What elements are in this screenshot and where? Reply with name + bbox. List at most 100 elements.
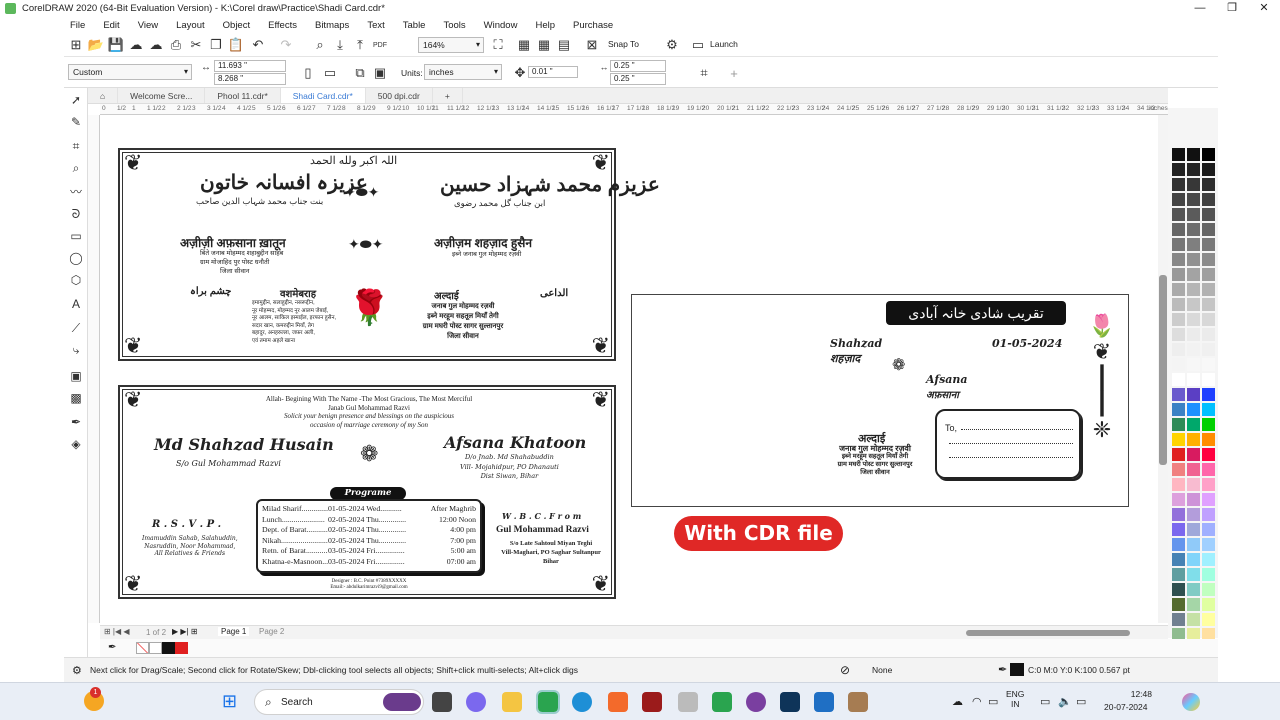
palette-swatch[interactable] bbox=[1187, 373, 1200, 386]
show-guidelines-icon[interactable]: ▤ bbox=[556, 37, 572, 53]
palette-swatch[interactable] bbox=[1187, 598, 1200, 611]
wifi-icon[interactable]: ◠ bbox=[972, 695, 982, 708]
palette-swatch[interactable] bbox=[1172, 313, 1185, 326]
palette-swatch[interactable] bbox=[1187, 283, 1200, 296]
palette-swatch[interactable] bbox=[1172, 373, 1185, 386]
photoshop-icon[interactable] bbox=[780, 692, 800, 712]
duplicate-y-field[interactable]: 0.25 " bbox=[610, 73, 666, 85]
pdf-reader-icon[interactable] bbox=[642, 692, 662, 712]
cloud-upload-icon[interactable]: ☁ bbox=[148, 37, 164, 53]
volume-icon[interactable]: 🔈 bbox=[1058, 695, 1072, 708]
palette-swatch[interactable] bbox=[1172, 538, 1185, 551]
palette-swatch[interactable] bbox=[1187, 613, 1200, 626]
palette-swatch[interactable] bbox=[1187, 193, 1200, 206]
copy-icon[interactable]: ❐ bbox=[208, 37, 224, 53]
palette-swatch[interactable] bbox=[1172, 463, 1185, 476]
palette-swatch[interactable] bbox=[1202, 178, 1215, 191]
network-icon[interactable]: ▭ bbox=[1040, 695, 1050, 708]
palette-swatch[interactable] bbox=[1202, 508, 1215, 521]
menu-file[interactable]: File bbox=[70, 20, 85, 31]
restore-button[interactable]: ❐ bbox=[1216, 0, 1248, 17]
palette-swatch[interactable] bbox=[1172, 178, 1185, 191]
palette-swatch[interactable] bbox=[1172, 433, 1185, 446]
palette-swatch[interactable] bbox=[1187, 238, 1200, 251]
palette-swatch[interactable] bbox=[1202, 268, 1215, 281]
palette-swatch[interactable] bbox=[1187, 478, 1200, 491]
palette-swatch[interactable] bbox=[1187, 553, 1200, 566]
media-app-icon[interactable] bbox=[746, 692, 766, 712]
palette-swatch[interactable] bbox=[1202, 283, 1215, 296]
palette-swatch[interactable] bbox=[1187, 268, 1200, 281]
battery-icon[interactable]: ▭ bbox=[988, 695, 998, 708]
palette-swatch[interactable] bbox=[1172, 613, 1185, 626]
full-screen-icon[interactable]: ⛶ bbox=[490, 37, 506, 53]
current-page-icon[interactable]: ▣ bbox=[372, 65, 388, 81]
taskbar-search-box[interactable]: ⌕ Search bbox=[254, 689, 424, 715]
palette-swatch[interactable] bbox=[1202, 448, 1215, 461]
palette-swatch[interactable] bbox=[1172, 598, 1185, 611]
card-front[interactable]: ❦ ❦ ❦ ❦ اللہ اکبر ولله الحمد عزیزہ افسان… bbox=[118, 148, 660, 361]
menu-help[interactable]: Help bbox=[535, 20, 555, 31]
eyedropper-icon[interactable]: ✒ bbox=[108, 642, 116, 653]
palette-swatch[interactable] bbox=[1202, 493, 1215, 506]
zoom-tool-icon[interactable]: ⌕ bbox=[68, 160, 84, 176]
next-page-icon[interactable]: ▶ ▶| ⊞ bbox=[172, 627, 198, 636]
palette-swatch[interactable] bbox=[1172, 448, 1185, 461]
task-view-icon[interactable] bbox=[432, 692, 452, 712]
palette-swatch[interactable] bbox=[1187, 388, 1200, 401]
pick-tool-icon[interactable]: ➚ bbox=[68, 92, 84, 108]
snap-to-dropdown[interactable]: Snap To bbox=[608, 39, 639, 49]
palette-swatch[interactable] bbox=[1202, 328, 1215, 341]
palette-swatch[interactable] bbox=[1172, 163, 1185, 176]
cloud-download-icon[interactable]: ☁ bbox=[128, 37, 144, 53]
launch-icon[interactable]: ▭ bbox=[690, 37, 706, 53]
export-icon[interactable]: ⤒ bbox=[352, 37, 368, 53]
palette-swatch[interactable] bbox=[1202, 148, 1215, 161]
clock-date[interactable]: 20-07-2024 bbox=[1104, 702, 1147, 712]
palette-swatch[interactable] bbox=[1202, 553, 1215, 566]
all-pages-icon[interactable]: ⧉ bbox=[352, 65, 368, 81]
palette-swatch[interactable] bbox=[1202, 583, 1215, 596]
rectangle-tool-icon[interactable]: ▭ bbox=[68, 228, 84, 244]
menu-window[interactable]: Window bbox=[484, 20, 518, 31]
start-windows-icon[interactable]: ⊞ bbox=[222, 691, 242, 711]
palette-swatch[interactable] bbox=[1172, 478, 1185, 491]
polygon-tool-icon[interactable]: ⬡ bbox=[68, 272, 84, 288]
palette-swatch[interactable] bbox=[1202, 358, 1215, 371]
palette-swatch[interactable] bbox=[1187, 568, 1200, 581]
ellipse-tool-icon[interactable]: ◯ bbox=[68, 250, 84, 266]
card-english[interactable]: ❦ ❦ ❦ ❦ Allah- Begining With The Name -T… bbox=[118, 385, 616, 599]
palette-swatch[interactable] bbox=[1172, 283, 1185, 296]
palette-swatch[interactable] bbox=[1172, 523, 1185, 536]
palette-swatch[interactable] bbox=[1202, 463, 1215, 476]
search-content-icon[interactable]: ⌕ bbox=[312, 37, 328, 53]
shape-tool-icon[interactable]: ✎ bbox=[68, 114, 84, 130]
vertical-scroll-thumb[interactable] bbox=[1159, 275, 1167, 465]
palette-swatch[interactable] bbox=[1187, 313, 1200, 326]
palette-swatch[interactable] bbox=[1202, 613, 1215, 626]
palette-swatch[interactable] bbox=[1202, 238, 1215, 251]
undo-icon[interactable]: ↶ bbox=[250, 37, 266, 53]
palette-swatch[interactable] bbox=[1202, 253, 1215, 266]
new-document-icon[interactable]: ⊞ bbox=[68, 37, 84, 53]
duplicate-x-field[interactable]: 0.25 " bbox=[610, 60, 666, 72]
text-tool-icon[interactable]: A bbox=[68, 296, 84, 312]
envelope-design[interactable]: تقریب شادی خانہ آبادی Shahzad शहज़ाद 01-… bbox=[631, 294, 1129, 507]
cloud-status-icon[interactable]: ☁ bbox=[952, 695, 963, 708]
clock-time[interactable]: 12:48 bbox=[1118, 689, 1152, 699]
palette-swatch[interactable] bbox=[1202, 418, 1215, 431]
palette-swatch[interactable] bbox=[1187, 148, 1200, 161]
tab-welcome[interactable]: Welcome Scre... bbox=[118, 88, 206, 103]
palette-swatch[interactable] bbox=[1172, 493, 1185, 506]
menu-effects[interactable]: Effects bbox=[268, 20, 297, 31]
save-icon[interactable]: 💾 bbox=[108, 37, 124, 53]
vertical-ruler[interactable] bbox=[88, 115, 100, 623]
crop-tool-icon[interactable]: ⌗ bbox=[68, 138, 84, 154]
palette-swatch[interactable] bbox=[1172, 298, 1185, 311]
add-icon[interactable]: + bbox=[726, 65, 742, 81]
copilot-icon[interactable] bbox=[1182, 693, 1200, 711]
menu-table[interactable]: Table bbox=[403, 20, 426, 31]
palette-swatch[interactable] bbox=[1187, 448, 1200, 461]
palette-swatch[interactable] bbox=[1187, 253, 1200, 266]
import-icon[interactable]: ⤓ bbox=[332, 37, 348, 53]
